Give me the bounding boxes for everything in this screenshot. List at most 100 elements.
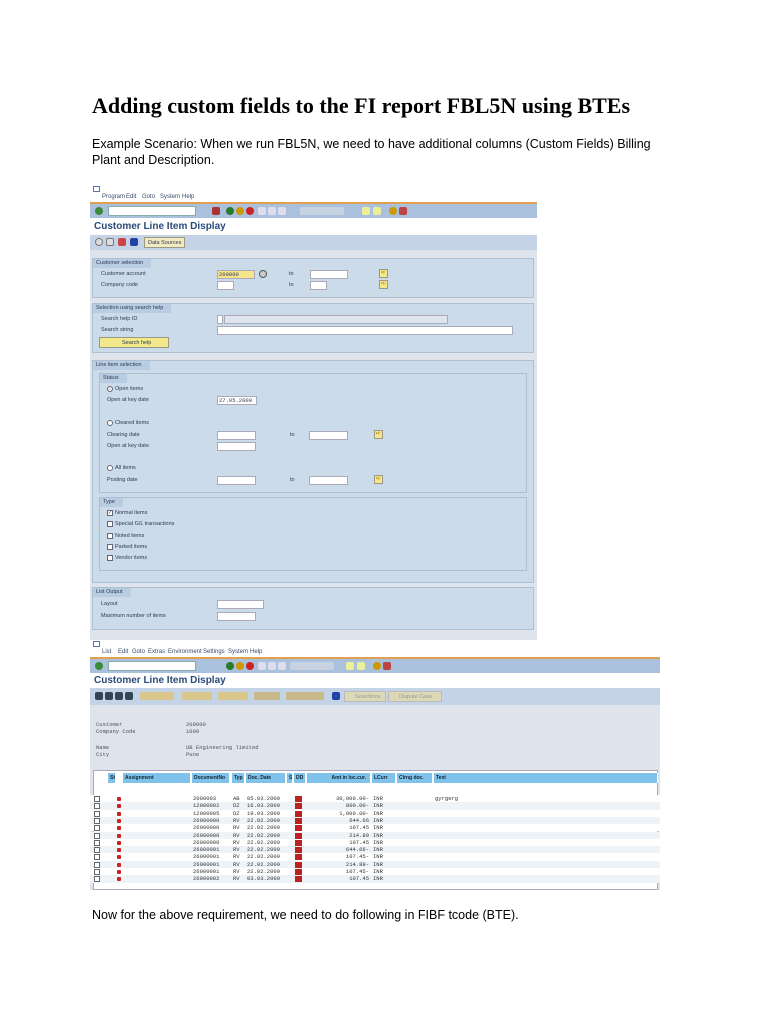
row-checkbox[interactable] — [94, 847, 100, 854]
menu-system[interactable]: System — [228, 649, 248, 655]
menu-list[interactable]: List — [102, 649, 111, 655]
vendor-items-checkbox[interactable] — [107, 555, 113, 561]
customer-account-input[interactable]: 200000 — [217, 270, 255, 279]
row-checkbox[interactable] — [94, 876, 100, 883]
multiple-selection-button[interactable]: ➪ — [379, 280, 388, 289]
command-field[interactable] — [108, 661, 196, 671]
column-header[interactable]: Doc. Date — [246, 773, 286, 783]
exit-icon[interactable] — [236, 662, 244, 670]
row-checkbox[interactable] — [94, 861, 100, 868]
parked-items-checkbox[interactable] — [107, 544, 113, 550]
cleared-items-radio[interactable] — [107, 420, 113, 426]
multiple-selection-icon[interactable] — [259, 270, 267, 278]
menu-system[interactable]: System — [160, 194, 180, 200]
column-header[interactable]: St — [108, 773, 116, 783]
next-page-icon[interactable] — [115, 692, 123, 700]
column-header[interactable]: Clrng doc. — [397, 773, 433, 783]
posting-date-from-input[interactable] — [217, 476, 256, 485]
search-help-button[interactable]: Search help — [99, 337, 169, 348]
row-checkbox[interactable] — [94, 817, 100, 824]
table-row[interactable]: 2000003 AB 05.03.2009 30,000.00- INR gyrgerg — [90, 795, 660, 803]
export-icon[interactable] — [286, 692, 324, 700]
normal-items-checkbox[interactable]: ✓ — [107, 510, 113, 516]
column-header[interactable]: Text — [434, 773, 658, 783]
table-row[interactable]: 26000001 RV 22.02.2009 107.45- INR — [90, 853, 660, 861]
multiple-selection-button[interactable]: ➪ — [374, 475, 383, 484]
row-checkbox[interactable] — [94, 832, 100, 839]
layout-icon[interactable] — [399, 207, 407, 215]
search-string-input[interactable] — [217, 326, 513, 335]
clearing-date-from-input[interactable] — [217, 431, 256, 440]
menu-extras[interactable]: Extras — [148, 649, 165, 655]
variant-icon[interactable] — [106, 238, 114, 246]
row-checkbox[interactable] — [94, 810, 100, 817]
exit-icon[interactable] — [236, 207, 244, 215]
menu-program[interactable]: Program — [102, 194, 125, 200]
menu-help[interactable]: Help — [182, 194, 194, 200]
execute-icon[interactable] — [95, 238, 103, 246]
all-items-radio[interactable] — [107, 465, 113, 471]
multiple-selection-button[interactable]: ➪ — [374, 430, 383, 439]
dispute-case-button[interactable]: Dispute Case — [388, 691, 442, 702]
menu-settings[interactable]: Settings — [203, 649, 225, 655]
open-items-radio[interactable] — [107, 386, 113, 392]
print-icon[interactable] — [258, 662, 266, 670]
table-row[interactable]: 26000000 RV 22.02.2009 644.66 INR — [90, 816, 660, 825]
table-row[interactable]: 12000005 DZ 19.03.2009 1,000.00- INR — [90, 809, 660, 817]
row-checkbox[interactable] — [94, 796, 100, 802]
table-row[interactable]: 26000001 RV 22.02.2009 214.89- INR — [90, 860, 660, 868]
layout-input[interactable] — [217, 600, 264, 609]
page-nav-icon[interactable] — [290, 662, 334, 670]
page-nav-icon[interactable] — [300, 207, 344, 215]
help-icon[interactable] — [373, 662, 381, 670]
column-header[interactable]: DocumentNo — [192, 773, 230, 783]
info-icon[interactable] — [332, 692, 340, 700]
search-help-id-input[interactable] — [217, 315, 223, 324]
customer-account-to-input[interactable] — [310, 270, 348, 279]
table-row[interactable]: 26000001 RV 22.02.2009 107.45- INR — [90, 868, 660, 876]
company-code-to-input[interactable] — [310, 281, 327, 290]
shortcut-icon[interactable] — [373, 207, 381, 215]
multiple-selection-button[interactable]: ➪ — [379, 269, 388, 278]
layout-icon[interactable] — [383, 662, 391, 670]
find-icon[interactable] — [268, 207, 276, 215]
shortcut-icon[interactable] — [357, 662, 365, 670]
noted-items-checkbox[interactable] — [107, 533, 113, 539]
row-checkbox[interactable] — [94, 854, 100, 861]
table-row[interactable]: 26000000 RV 22.02.2009 214.89 INR — [90, 831, 660, 839]
max-items-input[interactable] — [217, 612, 256, 621]
column-header[interactable]: DD — [294, 773, 306, 783]
open-key-date-input[interactable]: 27.05.2009 — [217, 396, 257, 405]
first-page-icon[interactable] — [95, 692, 103, 700]
company-code-input[interactable] — [217, 281, 234, 290]
row-checkbox[interactable] — [94, 869, 100, 875]
session-icon[interactable] — [346, 662, 354, 670]
table-row[interactable]: 26000002 RV 03.03.2009 107.45 INR — [90, 875, 660, 883]
print-icon[interactable] — [258, 207, 266, 215]
menu-goto[interactable]: Goto — [132, 649, 145, 655]
cancel-icon[interactable] — [246, 207, 254, 215]
menu-edit[interactable]: Edit — [118, 649, 128, 655]
save-icon[interactable] — [212, 207, 220, 215]
column-header[interactable]: Amt in loc.cur. — [307, 773, 371, 783]
help-icon[interactable] — [389, 207, 397, 215]
layout-change-icon[interactable] — [254, 692, 280, 700]
special-gl-checkbox[interactable] — [107, 521, 113, 527]
command-field[interactable] — [108, 206, 196, 216]
column-header[interactable]: Typ — [232, 773, 245, 783]
cancel-icon[interactable] — [246, 662, 254, 670]
menu-edit[interactable]: Edit — [126, 194, 136, 200]
data-sources-button[interactable]: Data Sources — [144, 237, 186, 248]
filter-icon[interactable] — [218, 692, 248, 700]
menu-goto[interactable]: Goto — [142, 194, 155, 200]
row-checkbox[interactable] — [94, 825, 100, 832]
row-checkbox[interactable] — [94, 803, 100, 810]
find-next-icon[interactable] — [278, 207, 286, 215]
back-icon[interactable] — [226, 207, 234, 215]
menu-environment[interactable]: Environment — [168, 649, 202, 655]
column-header[interactable]: S — [287, 773, 293, 783]
selection-options-icon[interactable] — [118, 238, 126, 246]
info-icon[interactable] — [130, 238, 138, 246]
column-header[interactable]: LCurr — [372, 773, 396, 783]
table-row[interactable]: 26000001 RV 22.02.2009 644.66- INR — [90, 846, 660, 854]
